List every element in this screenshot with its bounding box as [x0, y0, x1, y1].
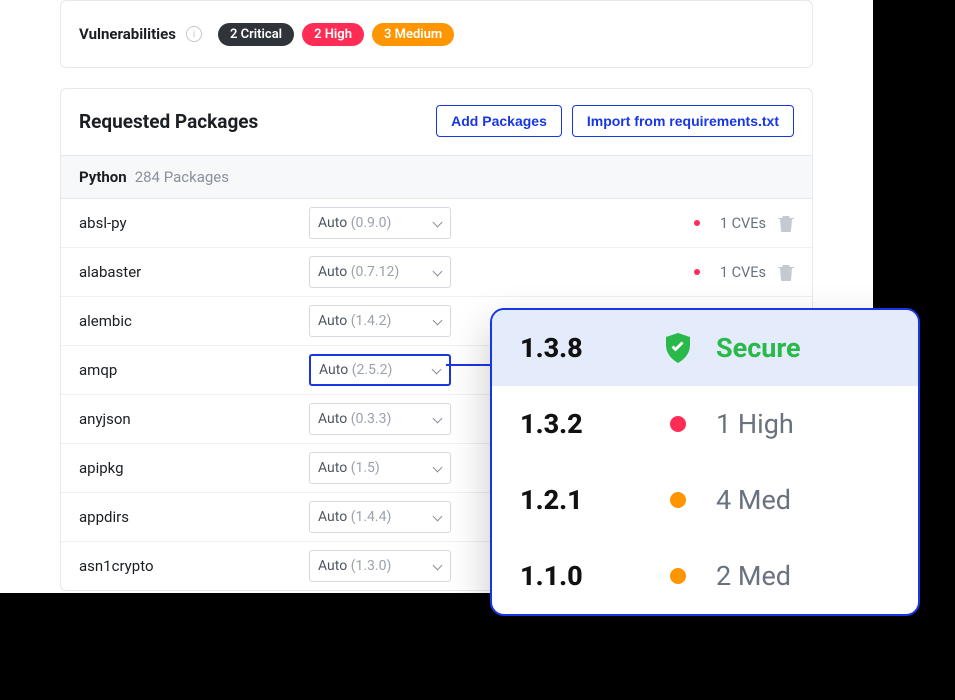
package-name: asn1crypto	[79, 557, 309, 575]
chevron-down-icon	[432, 512, 442, 522]
version-number: (1.4.2)	[351, 313, 392, 329]
version-option[interactable]: 1.3.2 1 High	[492, 386, 918, 462]
delete-icon[interactable]	[778, 214, 794, 232]
chevron-down-icon	[432, 463, 442, 473]
badge-critical[interactable]: 2 Critical	[218, 23, 294, 46]
version-select[interactable]: Auto (2.5.2)	[309, 354, 451, 386]
package-name: apipkg	[79, 459, 309, 477]
version-option[interactable]: 1.1.0 2 Med	[492, 538, 918, 614]
version-select[interactable]: Auto (1.5)	[309, 452, 451, 484]
packages-header: Requested Packages Add Packages Import f…	[61, 89, 812, 155]
version-number: (1.3.0)	[351, 558, 392, 574]
severity-dot-icon	[664, 568, 692, 584]
version-auto-label: Auto	[318, 264, 351, 280]
language-name: Python	[79, 168, 127, 186]
delete-icon[interactable]	[778, 263, 794, 281]
version-auto-label: Auto	[318, 460, 351, 476]
cve-indicator[interactable]: 1 CVEs	[694, 215, 778, 232]
package-row: absl-pyAuto (0.9.0)1 CVEs	[61, 199, 812, 248]
severity-dot-icon	[664, 416, 692, 432]
package-name: anyjson	[79, 410, 309, 428]
version-select[interactable]: Auto (1.3.0)	[309, 550, 451, 582]
version-select[interactable]: Auto (0.7.12)	[309, 256, 451, 288]
version-select[interactable]: Auto (0.9.0)	[309, 207, 451, 239]
version-popover: 1.3.8 Secure 1.3.2 1 High 1.2.1 4 Med 1.1.0 2 M…	[490, 308, 920, 616]
import-requirements-button[interactable]: Import from requirements.txt	[572, 105, 794, 137]
package-row: alabasterAuto (0.7.12)1 CVEs	[61, 248, 812, 297]
popover-connector	[446, 364, 490, 366]
vulnerabilities-bar: Vulnerabilities i 2 Critical 2 High 3 Me…	[60, 0, 813, 68]
cve-count: 1 CVEs	[720, 264, 766, 281]
language-summary: Python 284 Packages	[61, 155, 812, 199]
add-packages-button[interactable]: Add Packages	[436, 105, 562, 137]
version-select[interactable]: Auto (1.4.4)	[309, 501, 451, 533]
cve-dot-icon	[694, 220, 700, 226]
version-option[interactable]: 1.2.1 4 Med	[492, 462, 918, 538]
option-version: 1.2.1	[520, 484, 640, 516]
version-auto-label: Auto	[318, 215, 351, 231]
severity-dot-icon	[664, 492, 692, 508]
version-number: (2.5.2)	[352, 362, 393, 378]
package-name: alembic	[79, 312, 309, 330]
version-select[interactable]: Auto (1.4.2)	[309, 305, 451, 337]
version-select[interactable]: Auto (0.3.3)	[309, 403, 451, 435]
version-number: (1.5)	[351, 460, 380, 476]
chevron-down-icon	[432, 561, 442, 571]
option-status-label: 2 Med	[716, 560, 791, 592]
chevron-down-icon	[431, 365, 441, 375]
shield-check-icon	[664, 333, 692, 363]
cve-indicator[interactable]: 1 CVEs	[694, 264, 778, 281]
cve-count: 1 CVEs	[720, 215, 766, 232]
version-number: (0.7.12)	[351, 264, 400, 280]
packages-title: Requested Packages	[79, 110, 258, 133]
version-option[interactable]: 1.3.8 Secure	[492, 310, 918, 386]
version-number: (0.3.3)	[351, 411, 392, 427]
vulnerabilities-title: Vulnerabilities	[79, 25, 176, 43]
package-name: alabaster	[79, 263, 309, 281]
version-auto-label: Auto	[318, 313, 351, 329]
version-number: (0.9.0)	[351, 215, 392, 231]
badge-medium[interactable]: 3 Medium	[372, 23, 454, 46]
info-icon[interactable]: i	[186, 26, 202, 42]
version-auto-label: Auto	[318, 509, 351, 525]
chevron-down-icon	[432, 316, 442, 326]
option-version: 1.1.0	[520, 560, 640, 592]
option-version: 1.3.2	[520, 408, 640, 440]
package-count: 284 Packages	[135, 168, 229, 186]
chevron-down-icon	[432, 414, 442, 424]
chevron-down-icon	[432, 218, 442, 228]
cve-dot-icon	[694, 269, 700, 275]
option-version: 1.3.8	[520, 332, 640, 364]
version-number: (1.4.4)	[351, 509, 392, 525]
option-status-label: 4 Med	[716, 484, 791, 516]
chevron-down-icon	[432, 267, 442, 277]
version-auto-label: Auto	[318, 558, 351, 574]
option-status-label: Secure	[716, 332, 801, 364]
package-name: appdirs	[79, 508, 309, 526]
package-name: absl-py	[79, 214, 309, 232]
package-name: amqp	[79, 361, 309, 379]
badge-high[interactable]: 2 High	[302, 23, 364, 46]
version-auto-label: Auto	[318, 411, 351, 427]
option-status-label: 1 High	[716, 408, 794, 440]
version-auto-label: Auto	[319, 362, 352, 378]
packages-actions: Add Packages Import from requirements.tx…	[436, 105, 794, 137]
